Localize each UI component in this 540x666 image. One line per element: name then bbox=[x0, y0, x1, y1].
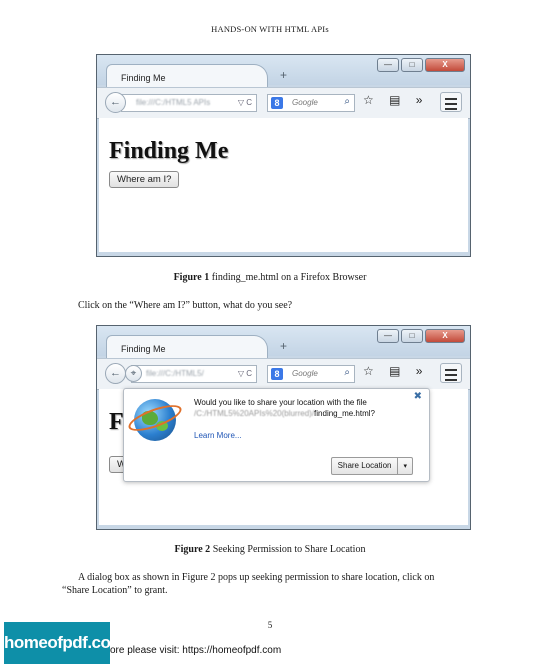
maximize-icon[interactable]: □ bbox=[401, 58, 423, 72]
learn-more-link[interactable]: Learn More... bbox=[194, 431, 242, 440]
toolbar-icons[interactable]: ☆ ▤ » bbox=[363, 364, 428, 378]
permission-message: Would you like to share your location wi… bbox=[194, 397, 375, 419]
google-logo-icon: 8 bbox=[271, 97, 283, 109]
figure-1-caption: Figure 1 finding_me.html on a Firefox Br… bbox=[0, 272, 540, 283]
minimize-icon[interactable]: — bbox=[377, 329, 399, 343]
hamburger-menu-icon[interactable] bbox=[440, 363, 462, 383]
running-header: HANDS-ON WITH HTML APIs bbox=[211, 24, 329, 34]
google-logo-icon: 8 bbox=[271, 368, 283, 380]
share-location-button[interactable]: Share Location ▾ bbox=[330, 457, 413, 475]
figure-2-caption: Figure 2 Seeking Permission to Share Loc… bbox=[0, 544, 540, 555]
window-controls: — □ X bbox=[377, 329, 465, 343]
close-icon[interactable]: ✖ bbox=[414, 391, 422, 402]
chevron-down-icon[interactable]: ▾ bbox=[398, 459, 412, 475]
url-reload-controls[interactable]: ▽ C bbox=[238, 95, 252, 111]
browser-tab[interactable]: Finding Me bbox=[106, 335, 268, 359]
share-location-label[interactable]: Share Location bbox=[332, 458, 399, 474]
search-bar[interactable]: 8 Google ⌕ bbox=[267, 365, 355, 383]
location-crosshair-icon[interactable]: ⌖ bbox=[125, 365, 142, 382]
toolbar-icons[interactable]: ☆ ▤ » bbox=[363, 93, 428, 107]
title-bar: Finding Me + — □ X bbox=[97, 326, 470, 359]
permission-file-name: finding_me.html? bbox=[314, 409, 375, 418]
maximize-icon[interactable]: □ bbox=[401, 329, 423, 343]
hamburger-menu-icon[interactable] bbox=[440, 92, 462, 112]
location-permission-popup: Would you like to share your location wi… bbox=[123, 388, 430, 482]
browser-tab[interactable]: Finding Me bbox=[106, 64, 268, 88]
page-heading-partial: F bbox=[109, 409, 124, 435]
close-icon[interactable]: X bbox=[425, 58, 465, 72]
window-controls: — □ X bbox=[377, 58, 465, 72]
body-paragraph-1: Click on the “Where am I?” button, what … bbox=[78, 300, 293, 311]
where-am-i-button[interactable]: Where am I? bbox=[109, 171, 180, 188]
search-icon[interactable]: ⌕ bbox=[344, 365, 350, 381]
body-paragraph-2-line1: A dialog box as shown in Figure 2 pops u… bbox=[78, 572, 435, 583]
url-text: file:///C:/HTML5 APIs bbox=[136, 98, 211, 107]
url-reload-controls[interactable]: ▽ C bbox=[238, 366, 252, 382]
close-icon[interactable]: X bbox=[425, 329, 465, 343]
navigation-bar: file:///C:/HTML5 APIs ▽ C ← 8 Google ⌕ ☆… bbox=[97, 87, 470, 119]
search-placeholder: Google bbox=[292, 98, 318, 107]
caption-text: Seeking Permission to Share Location bbox=[212, 544, 366, 555]
search-icon[interactable]: ⌕ bbox=[344, 94, 350, 110]
figure-2-browser-screenshot: Finding Me + — □ X file:///C:/HTML5/ ▽ C… bbox=[96, 325, 471, 530]
permission-message-line1: Would you like to share your location wi… bbox=[194, 398, 367, 407]
homeofpdf-logo[interactable]: homeofpdf.com bbox=[4, 622, 126, 664]
back-arrow-icon[interactable]: ← bbox=[105, 92, 126, 113]
figure-1-browser-screenshot: Finding Me + — □ X file:///C:/HTML5 APIs… bbox=[96, 54, 471, 257]
body-paragraph-2-line2: “Share Location” to grant. bbox=[62, 585, 168, 596]
url-text: file:///C:/HTML5/ bbox=[146, 369, 204, 378]
search-bar[interactable]: 8 Google ⌕ bbox=[267, 94, 355, 112]
page-content: Finding Me Where am I? bbox=[99, 118, 468, 252]
navigation-bar: file:///C:/HTML5/ ▽ C ← ⌖ 8 Google ⌕ ☆ ▤… bbox=[97, 358, 470, 390]
caption-label: Figure 2 bbox=[174, 544, 211, 555]
permission-file-path: /C:/HTML5%20APIs%20(blurred)/ bbox=[194, 409, 315, 418]
caption-label: Figure 1 bbox=[173, 272, 210, 283]
minimize-icon[interactable]: — bbox=[377, 58, 399, 72]
caption-text: finding_me.html on a Firefox Browser bbox=[211, 272, 367, 283]
new-tab-icon[interactable]: + bbox=[280, 68, 287, 82]
back-arrow-icon[interactable]: ← bbox=[105, 363, 126, 384]
url-bar[interactable]: file:///C:/HTML5/ ▽ C bbox=[131, 365, 257, 383]
title-bar: Finding Me + — □ X bbox=[97, 55, 470, 88]
search-placeholder: Google bbox=[292, 369, 318, 378]
new-tab-icon[interactable]: + bbox=[280, 339, 287, 353]
footer-link-text[interactable]: ore please visit: https://homeofpdf.com bbox=[110, 645, 281, 656]
page-heading: Finding Me bbox=[109, 138, 229, 164]
url-bar[interactable]: file:///C:/HTML5 APIs ▽ C bbox=[121, 94, 257, 112]
